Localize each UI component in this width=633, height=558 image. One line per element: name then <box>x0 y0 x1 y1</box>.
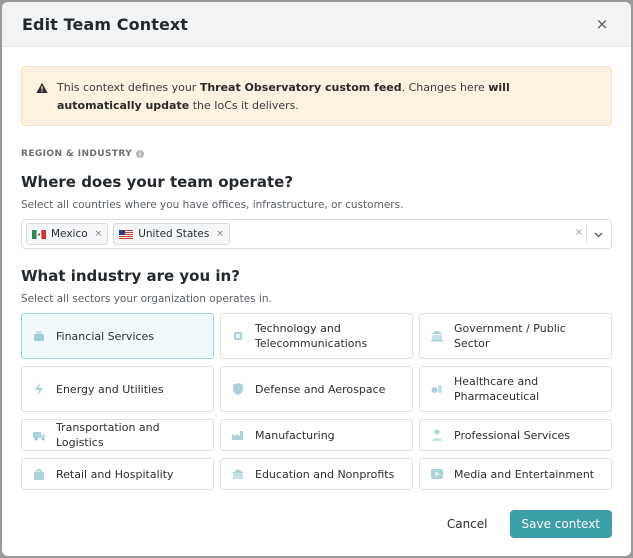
industry-grid: Financial Services Technology and Teleco… <box>21 313 612 490</box>
industry-tile-retail[interactable]: Retail and Hospitality <box>21 458 214 490</box>
clear-all-button[interactable]: × <box>575 227 583 238</box>
bank-icon <box>34 331 44 341</box>
united-states-flag-icon <box>119 229 134 239</box>
industry-tile-energy[interactable]: Energy and Utilities <box>21 366 214 412</box>
industry-tile-media[interactable]: Media and Entertainment <box>419 458 612 490</box>
industry-tile-technology[interactable]: Technology and Telecommunications <box>220 313 413 359</box>
save-context-button[interactable]: Save context <box>509 510 612 538</box>
alert-text: This context defines your Threat Observa… <box>57 81 510 112</box>
section-label: REGION & INDUSTRY <box>21 149 612 159</box>
region-heading: Where does your team operate? <box>21 173 294 191</box>
region-subtext: Select all countries where you have offi… <box>21 199 404 211</box>
industry-tile-defense[interactable]: Defense and Aerospace <box>220 366 413 412</box>
industry-subtext: Select all sectors your organization ope… <box>21 293 272 305</box>
government-building-icon <box>431 330 443 342</box>
remove-united-states-button[interactable]: × <box>216 229 224 239</box>
close-button[interactable]: × <box>593 15 611 33</box>
lightning-icon <box>35 383 43 395</box>
industry-tile-government[interactable]: Government / Public Sector <box>419 313 612 359</box>
shopping-bag-icon <box>34 469 44 480</box>
industry-tile-financial-services[interactable]: Financial Services <box>21 313 214 359</box>
school-icon <box>232 469 244 479</box>
industry-tile-manufacturing[interactable]: Manufacturing <box>220 419 413 451</box>
person-icon <box>432 429 442 441</box>
industry-tile-healthcare[interactable]: Healthcare and Pharmaceutical <box>419 366 612 412</box>
truck-icon <box>33 432 45 441</box>
remove-mexico-button[interactable]: × <box>95 229 103 239</box>
media-play-icon <box>431 469 443 479</box>
modal-footer: Cancel Save context <box>447 510 612 538</box>
modal-header: Edit Team Context × <box>2 2 631 47</box>
industry-tile-transportation[interactable]: Transportation and Logistics <box>21 419 214 451</box>
country-chip-mexico: Mexico × <box>26 223 109 245</box>
mexico-flag-icon <box>32 229 46 239</box>
industry-tile-education[interactable]: Education and Nonprofits <box>220 458 413 490</box>
pills-icon <box>431 385 442 393</box>
modal-body: This context defines your Threat Observa… <box>2 66 631 490</box>
industry-heading: What industry are you in? <box>21 267 240 285</box>
cancel-button[interactable]: Cancel <box>447 517 488 531</box>
multiselect-divider <box>586 224 587 244</box>
info-icon[interactable] <box>136 150 145 158</box>
shield-icon <box>233 383 243 395</box>
country-chip-united-states: United States × <box>113 223 230 245</box>
factory-icon <box>232 431 243 440</box>
country-multiselect[interactable]: Mexico × United States × × <box>21 219 612 249</box>
warning-alert: This context defines your Threat Observa… <box>21 66 612 126</box>
warning-icon <box>36 82 48 93</box>
modal-title: Edit Team Context <box>22 14 189 34</box>
industry-tile-professional-services[interactable]: Professional Services <box>419 419 612 451</box>
chip-icon <box>234 332 242 340</box>
chevron-down-icon[interactable] <box>593 229 604 240</box>
edit-team-context-modal: Edit Team Context × This context defines… <box>2 2 631 556</box>
